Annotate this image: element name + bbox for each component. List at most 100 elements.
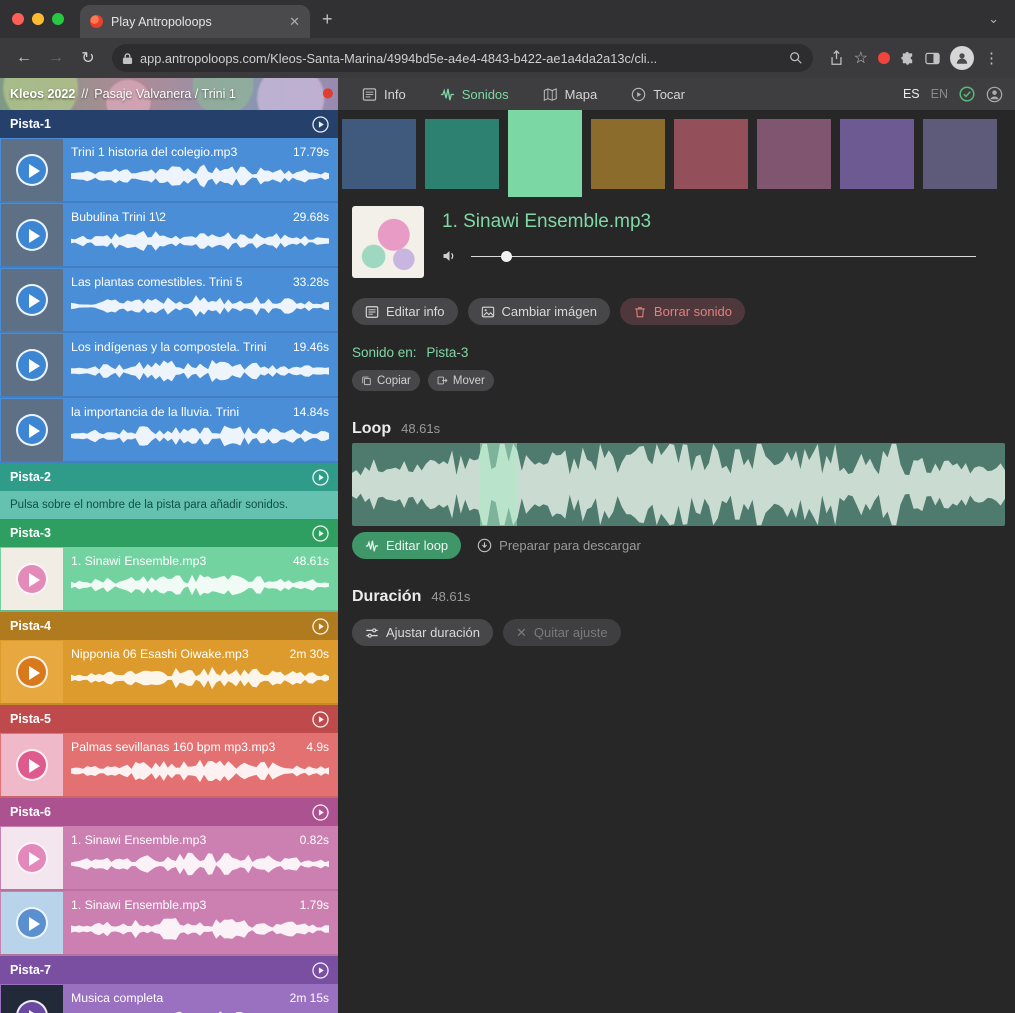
- track-play-button[interactable]: [311, 803, 330, 822]
- tab-mapa[interactable]: Mapa: [543, 87, 598, 102]
- sound-item[interactable]: Nipponia 06 Esashi Oiwake.mp3 2m 30s: [0, 640, 338, 705]
- tab-info[interactable]: Info: [362, 87, 406, 102]
- share-icon[interactable]: [829, 50, 844, 66]
- sound-thumbnail[interactable]: [1, 734, 63, 796]
- track-color-swatch[interactable]: [342, 119, 416, 189]
- edit-loop-button[interactable]: Editar loop: [352, 532, 461, 559]
- prepare-download-button[interactable]: Preparar para descargar: [477, 538, 641, 553]
- bookmark-star-icon[interactable]: ☆: [854, 48, 868, 68]
- speaker-icon[interactable]: [442, 248, 458, 264]
- loop-waveform[interactable]: [352, 443, 1005, 526]
- new-tab-button[interactable]: +: [322, 10, 333, 28]
- sound-item[interactable]: Los indígenas y la compostela. Trini 19.…: [0, 333, 338, 398]
- lang-es[interactable]: ES: [903, 87, 920, 101]
- zoom-window-button[interactable]: [52, 13, 64, 25]
- track-section: Pista-5 Palmas sevillanas 160 bpm mp3.mp…: [0, 705, 338, 798]
- sound-thumbnail[interactable]: [1, 204, 63, 266]
- reload-button[interactable]: ↻: [74, 44, 102, 72]
- volume-slider-track[interactable]: [471, 256, 976, 258]
- track-header[interactable]: Pista-1: [0, 110, 338, 138]
- change-image-button[interactable]: Cambiar imágen: [468, 298, 610, 325]
- edit-info-button[interactable]: Editar info: [352, 298, 458, 325]
- sound-item[interactable]: 1. Sinawi Ensemble.mp3 1.79s: [0, 891, 338, 956]
- track-play-button[interactable]: [311, 468, 330, 487]
- track-header[interactable]: Pista-3: [0, 519, 338, 547]
- track-section: Pista-7 Musica completa 2m 15s: [0, 956, 338, 1013]
- sound-thumbnail[interactable]: [1, 548, 63, 610]
- delete-sound-label: Borrar sonido: [654, 304, 732, 319]
- track-color-swatch[interactable]: [591, 119, 665, 189]
- thumbnail-play-icon: [16, 656, 48, 688]
- sound-item[interactable]: 1. Sinawi Ensemble.mp3 48.61s: [0, 547, 338, 612]
- sound-duration: 2m 30s: [290, 647, 329, 661]
- adjust-duration-button[interactable]: Ajustar duración: [352, 619, 493, 646]
- sound-thumbnail[interactable]: [1, 334, 63, 396]
- tab-search-chevron-icon[interactable]: ⌄: [988, 11, 999, 27]
- delete-sound-button[interactable]: Borrar sonido: [620, 298, 745, 325]
- forward-button[interactable]: →: [42, 44, 70, 72]
- account-icon[interactable]: [986, 86, 1003, 103]
- extensions-icon[interactable]: [900, 51, 915, 66]
- thumbnail-play-icon: [16, 907, 48, 939]
- track-name: Pista-5: [10, 712, 51, 726]
- track-color-swatch[interactable]: [674, 119, 748, 189]
- sound-item[interactable]: 1. Sinawi Ensemble.mp3 0.82s: [0, 826, 338, 891]
- track-header[interactable]: Pista-2: [0, 463, 338, 491]
- track-play-button[interactable]: [311, 524, 330, 543]
- track-header[interactable]: Pista-5: [0, 705, 338, 733]
- sound-thumbnail[interactable]: [1, 139, 63, 201]
- duration-value: 48.61s: [431, 589, 470, 604]
- sound-thumbnail[interactable]: [1, 827, 63, 889]
- track-color-swatch[interactable]: [425, 119, 499, 189]
- track-color-swatch[interactable]: [923, 119, 997, 189]
- sound-duration: 4.9s: [306, 740, 329, 754]
- track-color-swatch[interactable]: [840, 119, 914, 189]
- sound-thumbnail[interactable]: [1, 399, 63, 461]
- adjust-duration-label: Ajustar duración: [386, 625, 480, 640]
- browser-tab[interactable]: Play Antropoloops ✕: [80, 5, 310, 38]
- track-header[interactable]: Pista-4: [0, 612, 338, 640]
- track-play-button[interactable]: [311, 961, 330, 980]
- track-items: Trini 1 historia del colegio.mp3 17.79s …: [0, 138, 338, 463]
- sound-item[interactable]: Trini 1 historia del colegio.mp3 17.79s: [0, 138, 338, 203]
- sound-item[interactable]: Palmas sevillanas 160 bpm mp3.mp3 4.9s: [0, 733, 338, 798]
- tab-sonidos[interactable]: Sonidos: [440, 87, 509, 102]
- sound-item[interactable]: Las plantas comestibles. Trini 5 33.28s: [0, 268, 338, 333]
- sound-location-track-link[interactable]: Pista-3: [426, 345, 468, 360]
- breadcrumb[interactable]: Kleos 2022 // Pasaje Valvanera / Trini 1: [0, 78, 338, 110]
- close-window-button[interactable]: [12, 13, 24, 25]
- sound-waveform: [71, 758, 329, 784]
- track-play-button[interactable]: [311, 617, 330, 636]
- clear-adjust-button[interactable]: ✕ Quitar ajuste: [503, 619, 621, 646]
- sound-title: Palmas sevillanas 160 bpm mp3.mp3: [71, 740, 298, 754]
- sound-item[interactable]: la importancia de la lluvia. Trini 14.84…: [0, 398, 338, 463]
- track-play-button[interactable]: [311, 710, 330, 729]
- track-header[interactable]: Pista-6: [0, 798, 338, 826]
- sound-item-body: la importancia de la lluvia. Trini 14.84…: [71, 398, 338, 461]
- address-bar[interactable]: app.antropoloops.com/Kleos-Santa-Marina/…: [112, 44, 813, 72]
- sound-item[interactable]: Musica completa 2m 15s: [0, 984, 338, 1013]
- track-color-swatch[interactable]: [757, 119, 831, 189]
- tab-close-icon[interactable]: ✕: [289, 15, 300, 28]
- track-color-swatch[interactable]: [508, 110, 582, 197]
- sound-thumbnail[interactable]: [1, 892, 63, 954]
- sound-thumbnail[interactable]: [1, 269, 63, 331]
- move-button[interactable]: Mover: [428, 370, 494, 391]
- profile-avatar[interactable]: [950, 46, 974, 70]
- track-header[interactable]: Pista-7: [0, 956, 338, 984]
- track-play-button[interactable]: [311, 115, 330, 134]
- back-button[interactable]: ←: [10, 44, 38, 72]
- side-panel-icon[interactable]: [925, 51, 940, 66]
- loop-selection[interactable]: [480, 443, 517, 526]
- sound-item[interactable]: Bubulina Trini 1\2 29.68s: [0, 203, 338, 268]
- zoom-icon[interactable]: [789, 51, 803, 65]
- copy-button[interactable]: Copiar: [352, 370, 420, 391]
- volume-slider-thumb[interactable]: [501, 251, 512, 262]
- minimize-window-button[interactable]: [32, 13, 44, 25]
- sound-thumbnail[interactable]: [1, 985, 63, 1013]
- sound-thumbnail[interactable]: [1, 641, 63, 703]
- browser-menu-icon[interactable]: ⋮: [984, 49, 999, 67]
- tab-tocar[interactable]: Tocar: [631, 87, 685, 102]
- lang-en[interactable]: EN: [931, 87, 948, 101]
- volume-slider[interactable]: [471, 249, 976, 263]
